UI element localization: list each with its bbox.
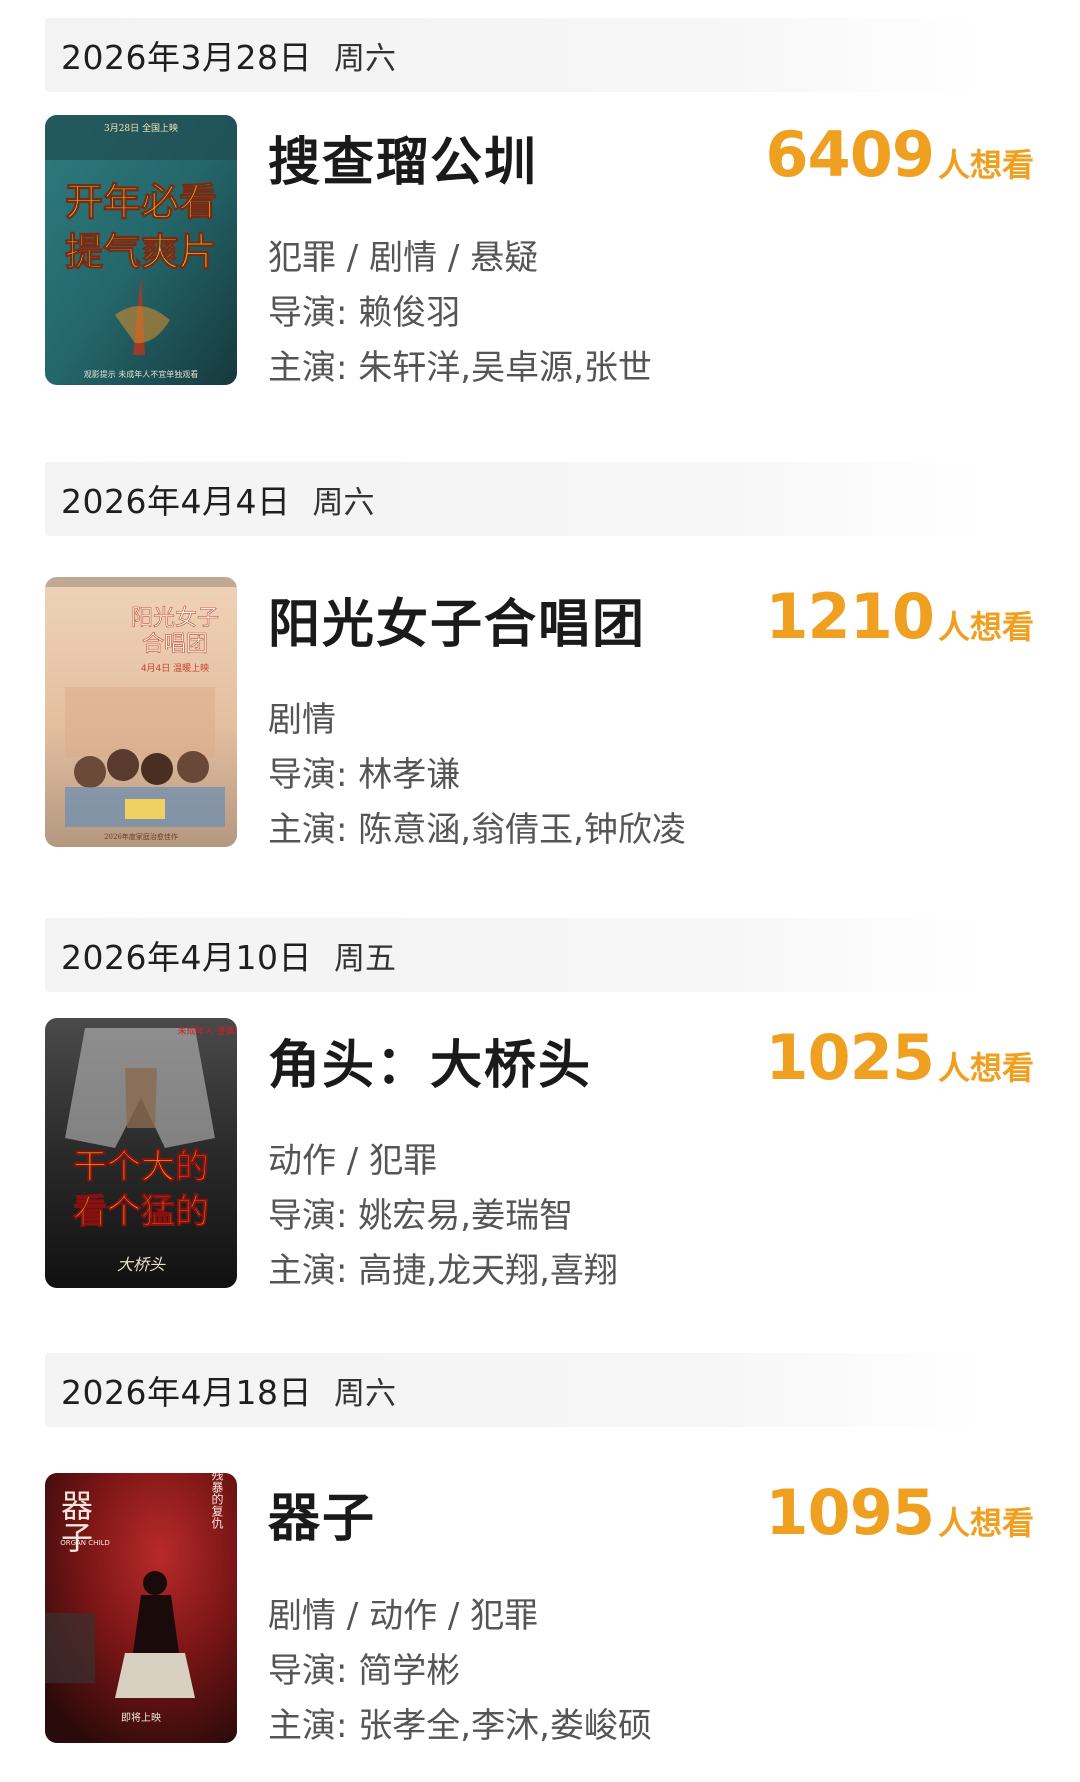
movie-poster[interactable]: 阳光女子 合唱团 4月4日 温暖上映 2026年度家庭治愈佳作 (45, 577, 237, 847)
cast-names: 朱轩洋,吴卓源,张世 (358, 348, 652, 388)
movie-title[interactable]: 器子 (268, 1476, 376, 1551)
movie-poster[interactable]: 3月28日 全国上映 开年必看 提气爽片 观影提示 未成年人不宜单独观看 (45, 115, 237, 385)
date-header: 2026年4月4日 周六 (45, 462, 985, 536)
release-weekday: 周六 (312, 484, 375, 521)
release-date: 2026年4月10日 (61, 938, 312, 977)
director-label: 导演: (268, 293, 359, 333)
movie-director: 导演: 赖俊羽 (268, 285, 460, 334)
poster-footer-text: 即将上映 (121, 1712, 161, 1724)
release-weekday: 周六 (333, 40, 396, 77)
poster-image: 3月28日 全国上映 开年必看 提气爽片 观影提示 未成年人不宜单独观看 (45, 115, 237, 385)
movie-title[interactable]: 阳光女子合唱团 (268, 582, 646, 657)
release-date: 2026年4月18日 (61, 1373, 312, 1412)
movie-title[interactable]: 搜查瑠公圳 (268, 120, 538, 195)
date-header: 2026年4月10日 周五 (45, 918, 985, 992)
poster-tagline: 干个大的 (73, 1147, 209, 1187)
wish-count-number: 1095 (765, 1476, 935, 1549)
cast-label: 主演: (268, 348, 359, 388)
cast-label: 主演: (268, 1706, 359, 1746)
wish-count-number: 6409 (765, 118, 935, 191)
director-label: 导演: (268, 1196, 359, 1236)
poster-header-text: 4月4日 温暖上映 (141, 662, 209, 674)
wish-count-label: 人想看 (937, 1504, 1034, 1542)
poster-tagline: 最残暴的复仇 (210, 1473, 224, 1530)
release-date: 2026年3月28日 (61, 38, 312, 77)
poster-image: 未成年人 谨慎观看 干个大的 看个猛的 大桥头 (45, 1018, 237, 1288)
poster-footer-text: 2026年度家庭治愈佳作 (104, 832, 178, 841)
poster-image: 阳光女子 合唱团 4月4日 温暖上映 2026年度家庭治愈佳作 (45, 577, 237, 847)
movie-genre: 剧情 / 动作 / 犯罪 (268, 1596, 539, 1636)
movie-director: 导演: 姚宏易,姜瑞智 (268, 1188, 573, 1237)
movie-poster[interactable]: 未成年人 谨慎观看 干个大的 看个猛的 大桥头 (45, 1018, 237, 1288)
poster-tagline: 阳光女子 (131, 606, 219, 631)
movie-director: 导演: 林孝谦 (268, 747, 460, 796)
wish-count-badge: 1095 人想看 (765, 1476, 1034, 1549)
poster-footer-text: 大桥头 (117, 1255, 166, 1274)
wish-count-number: 1025 (765, 1021, 935, 1094)
date-header: 2026年3月28日 周六 (45, 18, 985, 92)
wish-count-badge: 6409 人想看 (765, 118, 1034, 191)
poster-header-text: 未成年人 谨慎观看 (178, 1025, 237, 1037)
cast-names: 陈意涵,翁倩玉,钟欣凌 (358, 810, 686, 850)
movie-section: 2026年4月18日 周六 器子 ORGAN CHILD 最残暴的复仇 即将上映… (0, 1320, 1080, 1782)
director-label: 导演: (268, 755, 359, 795)
wish-count-badge: 1210 人想看 (765, 580, 1034, 653)
wish-count-badge: 1025 人想看 (765, 1021, 1034, 1094)
movie-cast: 主演: 高捷,龙天翔,喜翔 (268, 1243, 618, 1292)
director-names: 简学彬 (358, 1651, 461, 1691)
director-names: 林孝谦 (358, 755, 461, 795)
movie-genre: 犯罪 / 剧情 / 悬疑 (268, 238, 539, 278)
director-names: 赖俊羽 (358, 293, 461, 333)
wish-count-number: 1210 (765, 580, 935, 653)
movie-director: 导演: 简学彬 (268, 1643, 460, 1692)
movie-cast: 主演: 朱轩洋,吴卓源,张世 (268, 340, 652, 389)
director-label: 导演: (268, 1651, 359, 1691)
release-weekday: 周五 (333, 940, 396, 977)
poster-footer-text: 观影提示 未成年人不宜单独观看 (84, 369, 199, 379)
movie-genre: 剧情 (268, 700, 336, 740)
poster-tagline: 提气爽片 (65, 229, 217, 274)
poster-header-text: 3月28日 全国上映 (104, 122, 178, 134)
movie-section: 2026年4月4日 周六 阳光女子 合唱团 4月4日 温暖上映 2026年度家庭… (0, 440, 1080, 880)
wish-count-label: 人想看 (937, 1049, 1034, 1087)
cast-names: 高捷,龙天翔,喜翔 (358, 1251, 618, 1291)
movie-genre: 动作 / 犯罪 (268, 1141, 438, 1181)
movie-section: 2026年3月28日 周六 3月28日 全国上映 开年必看 提气爽片 观影提示 … (0, 0, 1080, 440)
director-names: 姚宏易,姜瑞智 (358, 1196, 574, 1236)
poster-tagline: 开年必看 (65, 179, 217, 224)
release-date: 2026年4月4日 (61, 482, 291, 521)
movie-section: 2026年4月10日 周五 未成年人 谨慎观看 干个大的 看个猛的 大桥头 角头… (0, 880, 1080, 1320)
poster-image: 器子 ORGAN CHILD 最残暴的复仇 即将上映 (45, 1473, 237, 1743)
cast-names: 张孝全,李沐,娄峻硕 (358, 1706, 652, 1746)
poster-tagline: 看个猛的 (73, 1192, 209, 1232)
cast-label: 主演: (268, 810, 359, 850)
release-weekday: 周六 (333, 1375, 396, 1412)
poster-tagline: 合唱团 (142, 632, 208, 657)
wish-count-label: 人想看 (937, 146, 1034, 184)
movie-cast: 主演: 陈意涵,翁倩玉,钟欣凌 (268, 802, 686, 851)
cast-label: 主演: (268, 1251, 359, 1291)
movie-poster[interactable]: 器子 ORGAN CHILD 最残暴的复仇 即将上映 (45, 1473, 237, 1743)
wish-count-label: 人想看 (937, 608, 1034, 646)
poster-header-text: ORGAN CHILD (60, 1539, 110, 1547)
movie-title[interactable]: 角头：大桥头 (268, 1023, 592, 1098)
date-header: 2026年4月18日 周六 (45, 1353, 985, 1427)
movie-cast: 主演: 张孝全,李沐,娄峻硕 (268, 1698, 652, 1747)
